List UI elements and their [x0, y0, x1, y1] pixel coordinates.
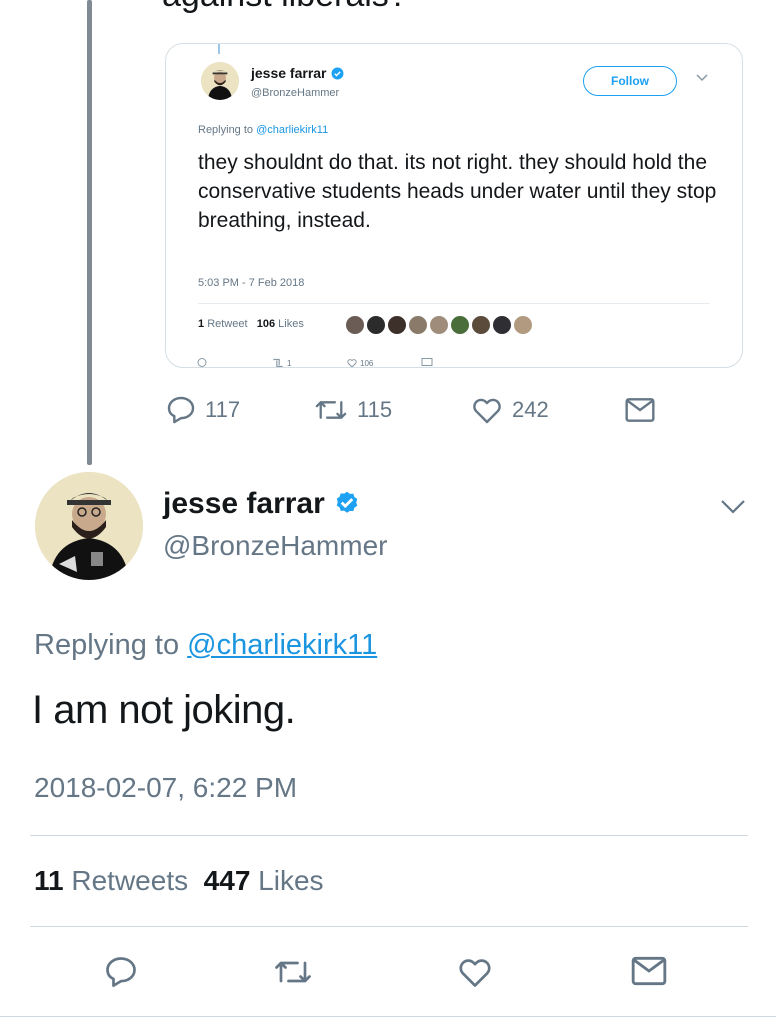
retweets-label[interactable]: Retweets	[71, 865, 188, 896]
quoted-author-name[interactable]: jesse farrar	[251, 65, 344, 81]
quoted-timestamp[interactable]: 5:03 PM - 7 Feb 2018	[198, 277, 304, 289]
liker-avatar[interactable]	[365, 314, 387, 336]
retweet-count[interactable]: 11	[34, 865, 64, 896]
liker-avatar[interactable]	[512, 314, 534, 336]
mention-link[interactable]: @charliekirk11	[256, 124, 328, 136]
quoted-tweet-text: they shouldnt do that. its not right. th…	[198, 151, 717, 232]
tweet-text: I am not joking.	[32, 688, 296, 732]
avatar[interactable]	[35, 472, 143, 580]
retweet-icon	[315, 401, 347, 419]
direct-message-icon[interactable]	[421, 357, 433, 367]
like-icon	[473, 398, 501, 424]
like-count[interactable]: 447	[204, 865, 251, 896]
like-button[interactable]: 242	[470, 393, 549, 427]
thread-line	[87, 0, 92, 465]
parent-tweet-text-cutoff: against liberals?	[162, 0, 408, 15]
engagement-stats: 11 Retweets 447 Likes	[34, 865, 324, 897]
direct-message-button[interactable]	[624, 393, 656, 427]
quoted-author-handle[interactable]: @BronzeHammer	[251, 87, 339, 99]
verified-badge-icon	[331, 67, 343, 79]
replying-to: Replying to @charliekirk11	[34, 629, 378, 661]
liker-avatar[interactable]	[470, 314, 492, 336]
quoted-thread-tick	[218, 44, 220, 54]
reply-icon[interactable]	[103, 954, 139, 990]
divider	[198, 303, 710, 304]
follow-button[interactable]: Follow	[583, 66, 677, 96]
liker-avatar[interactable]	[386, 314, 408, 336]
direct-message-icon[interactable]	[630, 954, 668, 988]
divider	[30, 835, 748, 836]
likes-label[interactable]: Likes	[258, 865, 323, 896]
timestamp: 2018-02-07, 6:22 PM	[34, 772, 298, 803]
retweet-count: 115	[357, 397, 393, 422]
quoted-tweet-card[interactable]: jesse farrar @BronzeHammer Follow Replyi…	[165, 43, 743, 368]
reply-icon	[167, 396, 195, 424]
direct-message-icon	[625, 398, 655, 422]
chevron-down-icon[interactable]	[720, 499, 746, 515]
quoted-replying-to: Replying to @charliekirk11	[198, 124, 329, 136]
liker-avatar[interactable]	[449, 314, 471, 336]
liker-avatar[interactable]	[407, 314, 429, 336]
liker-avatar[interactable]	[428, 314, 450, 336]
reply-icon[interactable]	[196, 357, 208, 367]
retweet-icon[interactable]	[272, 954, 314, 990]
author-name[interactable]: jesse farrar	[163, 487, 361, 521]
verified-badge-icon	[336, 491, 358, 513]
divider	[0, 1016, 776, 1017]
mention-link[interactable]: @charliekirk11	[187, 629, 377, 661]
divider	[30, 926, 748, 927]
like-icon[interactable]	[456, 954, 494, 990]
like-icon[interactable]: 106	[346, 357, 373, 367]
like-count: 242	[512, 397, 549, 422]
liker-avatar[interactable]	[491, 314, 513, 336]
author-handle[interactable]: @BronzeHammer	[163, 530, 387, 562]
liker-avatar[interactable]	[344, 314, 366, 336]
reply-button[interactable]: 117	[165, 393, 240, 427]
retweet-icon[interactable]: 1	[271, 357, 291, 367]
retweet-button[interactable]: 115	[313, 393, 392, 427]
liker-avatars[interactable]	[344, 314, 534, 336]
chevron-down-icon[interactable]	[696, 74, 708, 82]
reply-count: 117	[205, 397, 241, 422]
quoted-stats: 1 Retweet 106 Likes	[198, 318, 304, 330]
avatar[interactable]	[201, 62, 239, 100]
